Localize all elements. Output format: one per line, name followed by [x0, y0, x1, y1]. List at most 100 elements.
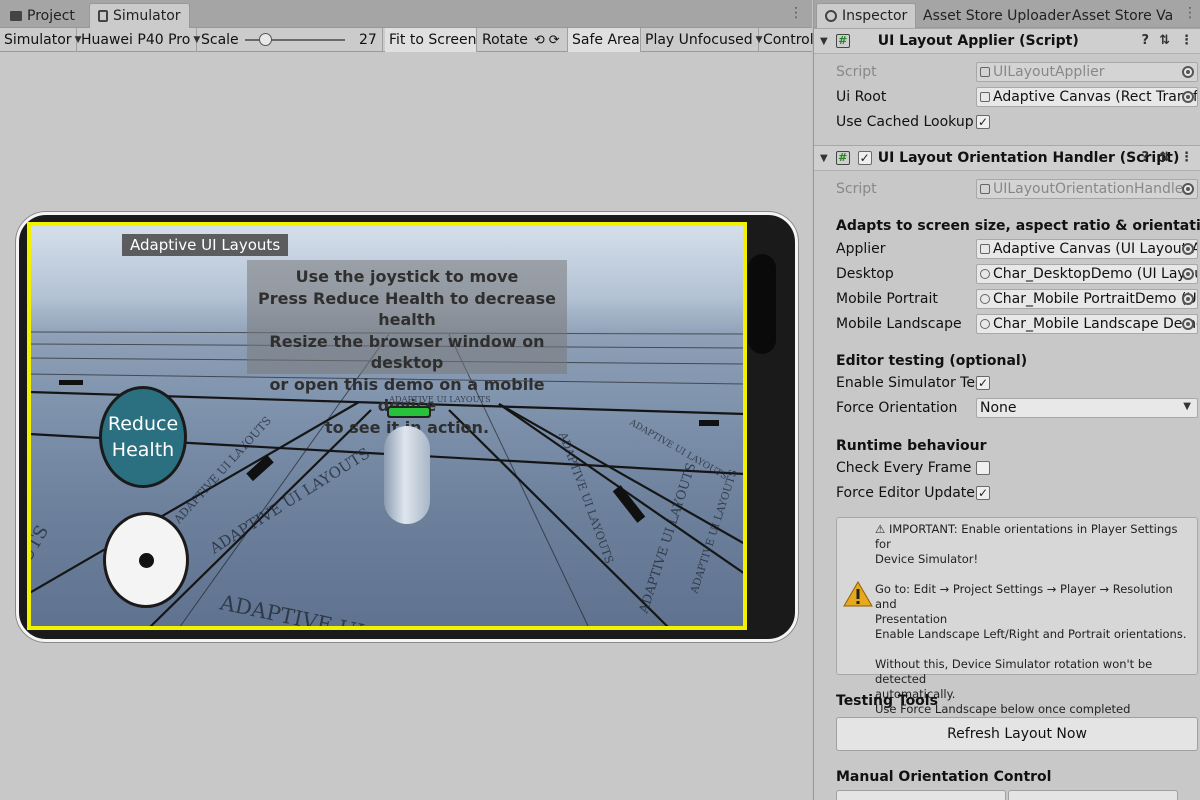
editor-window: Project Simulator ⋮ Simulator ▼ Huawei P4…	[0, 0, 1200, 800]
reduce-health-button[interactable]: Reduce Health	[99, 386, 187, 488]
play-mode-dropdown[interactable]: Play Unfocused ▼	[641, 28, 763, 52]
use-cached-lookup-checkbox[interactable]: ✓	[976, 115, 990, 129]
field-value: Char_Mobile Landscape Demo	[993, 316, 1198, 332]
script-file-icon	[980, 244, 990, 254]
floor-text: ADAPTIVE UI LAYOUTS	[688, 468, 740, 596]
preset-icon[interactable]: ⇅	[1159, 150, 1170, 165]
field-value: UILayoutOrientationHandler	[993, 181, 1190, 197]
tab-asset-store-uploader[interactable]: Asset Store Uploader	[915, 3, 1079, 28]
mode-dropdown[interactable]: Simulator ▼	[0, 28, 82, 52]
mobile-portrait-row: Mobile Portrait Char_Mobile PortraitDemo…	[836, 288, 1198, 310]
rotate-left-icon[interactable]: ⟲	[534, 33, 545, 48]
mobile-landscape-field[interactable]: Char_Mobile Landscape Demo	[976, 314, 1198, 334]
refresh-layout-button[interactable]: Refresh Layout Now	[836, 717, 1198, 751]
more-options-icon[interactable]: ⋮	[1183, 5, 1197, 21]
enable-simulator-row: Enable Simulator Testir ✓	[836, 372, 1196, 394]
tab-inspector[interactable]: Inspector	[816, 3, 917, 28]
tab-simulator[interactable]: Simulator	[89, 3, 190, 28]
ui-layout-applier-header[interactable]: ▼ # UI Layout Applier (Script) ? ⇅ ⋮	[814, 28, 1200, 54]
object-picker-icon[interactable]	[1182, 318, 1194, 330]
ui-root-field[interactable]: Adaptive Canvas (Rect Transfo	[976, 87, 1198, 107]
applier-field[interactable]: Adaptive Canvas (UI Layout Ap	[976, 239, 1198, 259]
right-tab-bar: Inspector Asset Store Uploader Asset Sto…	[814, 0, 1200, 28]
use-cached-lookup-row: Use Cached Lookup ✓	[836, 111, 1196, 133]
instruction-line: Press Reduce Health to decrease health	[257, 288, 557, 330]
layout-asset-icon	[980, 294, 990, 304]
scale-slider-thumb[interactable]	[259, 33, 272, 46]
manual-orientation-button[interactable]	[1008, 790, 1178, 800]
force-editor-update-checkbox[interactable]: ✓	[976, 486, 990, 500]
joystick[interactable]	[103, 512, 189, 608]
field-label: Check Every Frame	[836, 460, 972, 476]
handler-script-row: Script UILayoutOrientationHandler	[836, 178, 1198, 200]
layout-asset-icon	[980, 319, 990, 329]
field-label: Mobile Portrait	[836, 291, 938, 307]
mobile-portrait-field[interactable]: Char_Mobile PortraitDemo (UI L	[976, 289, 1198, 309]
check-every-frame-checkbox[interactable]	[976, 461, 990, 475]
tab-simulator-label: Simulator	[113, 8, 181, 24]
kebab-icon[interactable]: ⋮	[1180, 150, 1193, 165]
object-picker-icon[interactable]	[1182, 91, 1194, 103]
desktop-row: Desktop Char_DesktopDemo (UI Layout	[836, 263, 1198, 285]
force-orientation-dropdown[interactable]: None ▼	[976, 398, 1198, 418]
instructions-panel: Use the joystick to move Press Reduce He…	[247, 260, 567, 437]
chevron-down-icon: ▼	[1183, 401, 1191, 412]
preset-icon[interactable]: ⇅	[1159, 33, 1170, 48]
rotate-right-icon[interactable]: ⟳	[549, 33, 560, 48]
ui-layout-orientation-handler-header[interactable]: ▼ # ✓ UI Layout Orientation Handler (Scr…	[814, 145, 1200, 171]
warning-icon	[843, 581, 873, 607]
desktop-field[interactable]: Char_DesktopDemo (UI Layout	[976, 264, 1198, 284]
tab-inspector-label: Inspector	[842, 8, 908, 24]
safe-area-label: Safe Area	[572, 32, 640, 48]
field-value: Char_DesktopDemo (UI Layout	[993, 266, 1198, 282]
tab-asset-store-validator[interactable]: Asset Store Va	[1064, 3, 1181, 28]
kebab-icon[interactable]: ⋮	[1180, 33, 1193, 48]
chevron-down-icon[interactable]: ▼	[820, 36, 828, 47]
help-icon[interactable]: ?	[1142, 150, 1150, 165]
fit-to-screen-label: Fit to Screen	[389, 32, 477, 48]
ui-root-row: Ui Root Adaptive Canvas (Rect Transfo	[836, 86, 1198, 108]
manual-orientation-heading: Manual Orientation Control	[836, 769, 1052, 785]
field-label: Desktop	[836, 266, 894, 282]
simulator-panel: Project Simulator ⋮ Simulator ▼ Huawei P4…	[0, 0, 814, 800]
reduce-health-label-line2: Health	[111, 439, 175, 461]
fit-to-screen-button[interactable]: Fit to Screen	[385, 28, 477, 52]
floor-text: ADAPTIVE UI LAYOUTS	[636, 461, 699, 616]
object-picker-icon[interactable]	[1182, 268, 1194, 280]
device-dropdown[interactable]: Huawei P40 Pro ▼	[77, 28, 200, 52]
control-dropdown[interactable]: Control	[759, 28, 814, 52]
manual-orientation-button[interactable]	[836, 790, 1006, 800]
help-icon[interactable]: ?	[1142, 33, 1150, 48]
field-label: Use Cached Lookup	[836, 114, 974, 130]
inspector-panel: Inspector Asset Store Uploader Asset Sto…	[813, 0, 1200, 800]
object-picker-icon[interactable]	[1182, 243, 1194, 255]
folder-icon	[10, 10, 22, 21]
field-label: Ui Root	[836, 89, 887, 105]
phone-icon	[98, 10, 108, 22]
more-options-icon[interactable]: ⋮	[789, 5, 803, 21]
field-value: Adaptive Canvas (Rect Transfo	[993, 89, 1198, 105]
object-picker-icon	[1182, 183, 1194, 195]
check-every-frame-row: Check Every Frame	[836, 457, 1196, 479]
script-icon: #	[835, 151, 850, 165]
joystick-handle[interactable]	[139, 553, 154, 568]
tab-asset-store-uploader-label: Asset Store Uploader	[923, 7, 1071, 24]
device-camera-notch	[748, 254, 776, 354]
safe-area-toggle[interactable]: Safe Area	[568, 28, 641, 52]
component-title: UI Layout Orientation Handler (Script)	[877, 150, 1180, 166]
field-label: Force Orientation	[836, 400, 958, 416]
enable-simulator-checkbox[interactable]: ✓	[976, 376, 990, 390]
field-value: UILayoutApplier	[993, 64, 1105, 80]
game-title-label: Adaptive UI Layouts	[122, 234, 289, 256]
tab-project[interactable]: Project	[2, 3, 83, 28]
field-label: Mobile Landscape	[836, 316, 962, 332]
left-tab-bar: Project Simulator ⋮	[0, 0, 812, 28]
floor-text: ADAPTIVE UI LAYOUTS	[217, 590, 476, 628]
field-value: Char_Mobile PortraitDemo (UI L	[993, 291, 1198, 307]
game-view[interactable]: ADAPTIVE UI LAYOUTS ADAPTIVE UI LAYOUTS …	[29, 224, 745, 628]
scale-label: Scale	[201, 32, 239, 48]
component-enabled-checkbox[interactable]: ✓	[857, 151, 872, 165]
object-picker-icon[interactable]	[1182, 293, 1194, 305]
chevron-down-icon[interactable]: ▼	[820, 153, 828, 164]
mobile-landscape-row: Mobile Landscape Char_Mobile Landscape D…	[836, 313, 1198, 335]
